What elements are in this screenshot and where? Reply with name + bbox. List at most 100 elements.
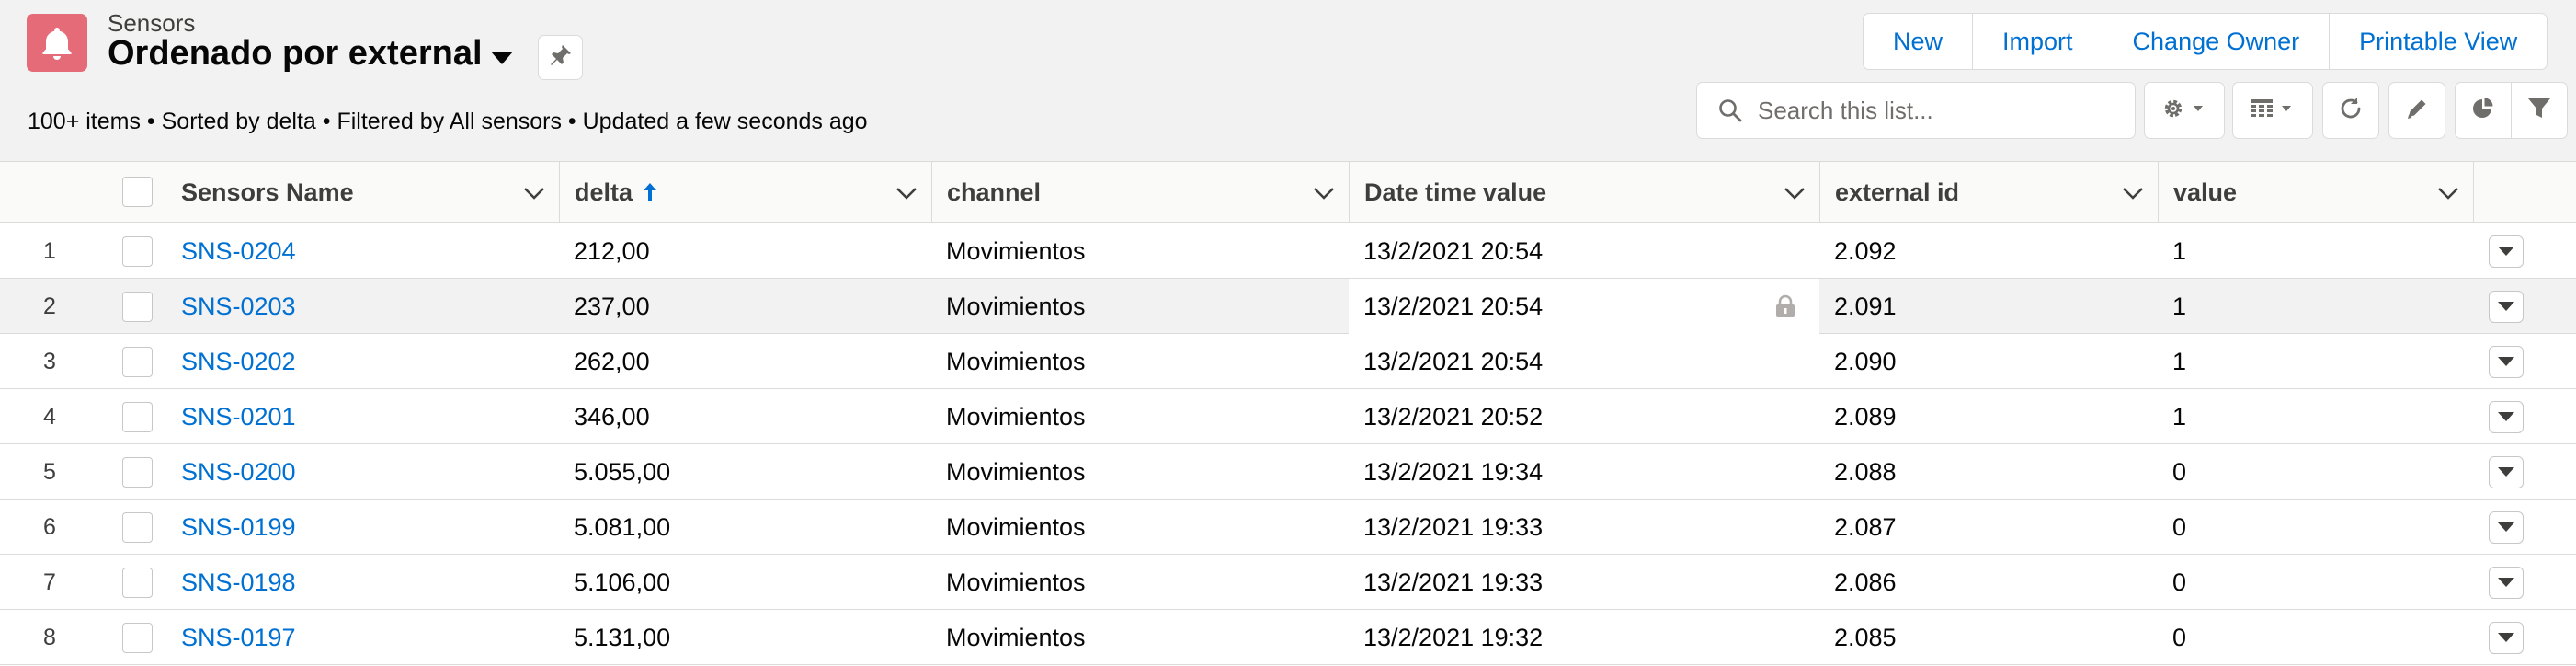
sensor-name-link[interactable]: SNS-0204 (181, 224, 296, 279)
caret-down-icon (2498, 575, 2514, 591)
row-actions-button[interactable] (2489, 346, 2524, 378)
sensor-name-link[interactable]: SNS-0200 (181, 444, 296, 500)
delta-cell: 237,00 (574, 292, 650, 320)
external-id-cell: 2.091 (1834, 292, 1897, 320)
sensor-name-link[interactable]: SNS-0202 (181, 334, 296, 389)
row-actions-button[interactable] (2489, 456, 2524, 488)
external-id-cell: 2.086 (1834, 568, 1897, 596)
column-header-sensors-name[interactable]: Sensors Name (166, 162, 559, 223)
chevron-down-icon[interactable] (522, 181, 546, 205)
row-number: 7 (43, 568, 56, 595)
column-label: Sensors Name (181, 178, 354, 206)
bell-icon (27, 14, 87, 72)
row-checkbox[interactable] (122, 568, 153, 598)
chevron-down-icon[interactable] (2436, 181, 2460, 205)
channel-cell: Movimientos (946, 292, 1086, 320)
column-header-date-time-value[interactable]: Date time value (1349, 162, 1819, 223)
column-header-external-id[interactable]: external id (1819, 162, 2158, 223)
row-checkbox[interactable] (122, 457, 153, 488)
value-cell: 1 (2172, 347, 2187, 375)
column-header-channel[interactable]: channel (931, 162, 1349, 223)
pin-icon (549, 43, 573, 72)
refresh-icon (2338, 96, 2364, 126)
refresh-button[interactable] (2322, 82, 2379, 139)
sensor-name-link[interactable]: SNS-0199 (181, 500, 296, 555)
lock-icon (1774, 294, 1796, 318)
caret-down-icon (2498, 354, 2514, 371)
chevron-down-icon[interactable] (2121, 181, 2145, 205)
column-label: channel (947, 178, 1042, 206)
row-number: 3 (43, 348, 56, 374)
column-label: Date time value (1364, 178, 1547, 206)
row-checkbox[interactable] (122, 347, 153, 377)
column-header-delta[interactable]: delta (559, 162, 931, 223)
datetime-cell: 13/2/2021 19:34 (1363, 457, 1544, 486)
column-header-value[interactable]: value (2158, 162, 2473, 223)
pin-button[interactable] (538, 35, 583, 80)
caret-down-icon (2498, 409, 2514, 426)
select-all-checkbox[interactable] (122, 177, 153, 207)
list-view-title[interactable]: Ordenado por external (108, 34, 483, 74)
row-number: 5 (43, 458, 56, 485)
filter-button[interactable] (2511, 82, 2568, 139)
table-row: 8 SNS-0197 5.131,00 Movimientos 13/2/202… (0, 610, 2576, 665)
row-actions-button[interactable] (2489, 567, 2524, 599)
list-view-header: Sensors Ordenado por external 100+ items… (0, 0, 2576, 162)
import-button[interactable]: Import (1973, 14, 2103, 69)
charts-button[interactable] (2455, 82, 2512, 139)
sensor-name-link[interactable]: SNS-0201 (181, 389, 296, 444)
value-cell: 0 (2172, 457, 2187, 486)
external-id-cell: 2.087 (1834, 512, 1897, 541)
value-cell: 0 (2172, 512, 2187, 541)
table-row: 1 SNS-0204 212,00 Movimientos 13/2/2021 … (0, 224, 2576, 279)
row-actions-button[interactable] (2489, 291, 2524, 323)
external-id-cell: 2.085 (1834, 623, 1897, 651)
row-checkbox[interactable] (122, 623, 153, 653)
sensor-name-link[interactable]: SNS-0197 (181, 610, 296, 665)
change-owner-button[interactable]: Change Owner (2103, 14, 2331, 69)
row-actions-button[interactable] (2489, 511, 2524, 544)
row-checkbox[interactable] (122, 402, 153, 432)
column-label: value (2173, 178, 2238, 206)
chevron-down-icon[interactable] (895, 181, 918, 205)
datetime-cell: 13/2/2021 20:52 (1363, 402, 1544, 431)
row-checkbox[interactable] (122, 292, 153, 322)
value-cell: 1 (2172, 292, 2187, 320)
row-checkbox[interactable] (122, 236, 153, 267)
datetime-cell: 13/2/2021 20:54 (1363, 236, 1544, 265)
caret-down-icon (2498, 465, 2514, 481)
edit-list-button[interactable] (2388, 82, 2445, 139)
row-actions-button[interactable] (2489, 401, 2524, 433)
search-input[interactable] (1758, 96, 2126, 125)
table-row: 4 SNS-0201 346,00 Movimientos 13/2/2021 … (0, 389, 2576, 444)
delta-cell: 212,00 (574, 236, 650, 265)
list-settings-button[interactable] (2144, 82, 2225, 139)
sensor-name-link[interactable]: SNS-0198 (181, 555, 296, 610)
table-row: 3 SNS-0202 262,00 Movimientos 13/2/2021 … (0, 334, 2576, 389)
gear-icon (2160, 96, 2208, 126)
datetime-cell: 13/2/2021 19:33 (1363, 512, 1544, 541)
column-label: delta (575, 178, 633, 206)
sensor-name-link[interactable]: SNS-0203 (181, 279, 296, 334)
pie-chart-icon (2470, 96, 2496, 126)
table-row: 7 SNS-0198 5.106,00 Movimientos 13/2/202… (0, 555, 2576, 610)
new-button[interactable]: New (1864, 14, 1974, 69)
action-button-group: New Import Change Owner Printable View (1863, 13, 2548, 70)
list-metadata: 100+ items • Sorted by delta • Filtered … (28, 109, 868, 134)
table-row: 6 SNS-0199 5.081,00 Movimientos 13/2/202… (0, 500, 2576, 555)
channel-cell: Movimientos (946, 236, 1086, 265)
datetime-cell: 13/2/2021 19:33 (1363, 568, 1544, 596)
chevron-down-icon[interactable] (1312, 181, 1336, 205)
caret-down-icon[interactable] (486, 46, 518, 70)
printable-view-button[interactable]: Printable View (2330, 14, 2547, 69)
pencil-icon (2404, 96, 2430, 126)
table-icon (2249, 96, 2297, 126)
display-as-button[interactable] (2232, 82, 2313, 139)
chevron-down-icon[interactable] (1783, 181, 1807, 205)
row-actions-button[interactable] (2489, 235, 2524, 268)
table-row: 5 SNS-0200 5.055,00 Movimientos 13/2/202… (0, 444, 2576, 500)
datetime-cell: 13/2/2021 20:54 (1363, 292, 1544, 320)
delta-cell: 346,00 (574, 402, 650, 431)
row-actions-button[interactable] (2489, 622, 2524, 654)
row-checkbox[interactable] (122, 512, 153, 543)
